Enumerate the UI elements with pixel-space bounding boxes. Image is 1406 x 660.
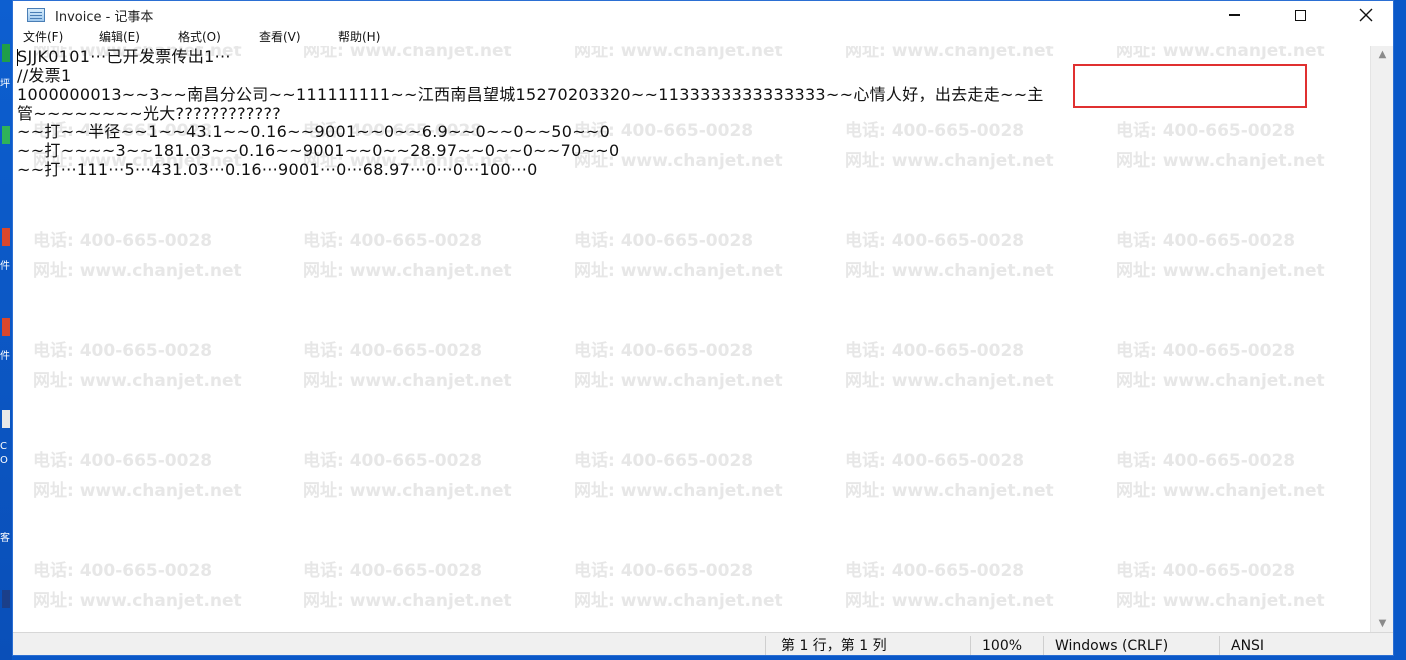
desktop-icon-white[interactable] — [2, 410, 10, 428]
desktop-icon-red-2[interactable] — [2, 318, 10, 336]
status-divider — [765, 636, 766, 655]
desktop-icon-green[interactable] — [2, 44, 10, 62]
watermark-phone: 电话: 400-665-0028 — [1116, 341, 1296, 361]
watermark-site: 网址: www.chanjet.net — [574, 371, 783, 391]
watermark-site: 网址: www.chanjet.net — [303, 591, 512, 611]
minimize-button[interactable] — [1201, 1, 1267, 29]
watermark-site: 网址: www.chanjet.net — [574, 591, 783, 611]
scroll-down-icon[interactable]: ▼ — [1371, 618, 1393, 629]
watermark-site: 网址: www.chanjet.net — [1116, 481, 1325, 501]
notepad-window: Invoice - 记事本 文件(F) 编辑(E) 格式(O) 查看(V) 帮助… — [12, 0, 1394, 656]
vertical-scrollbar[interactable]: ▲ ▼ — [1370, 46, 1393, 632]
desktop-label: O — [0, 455, 8, 466]
watermark-site: 网址: www.chanjet.net — [1116, 261, 1325, 281]
watermark-phone: 电话: 400-665-0028 — [845, 451, 1025, 471]
watermark-phone: 电话: 400-665-0028 — [303, 561, 483, 581]
watermark-phone: 电话: 400-665-0028 — [303, 231, 483, 251]
watermark-site: 网址: www.chanjet.net — [1116, 151, 1325, 171]
watermark-site: 网址: www.chanjet.net — [33, 371, 242, 391]
status-divider — [1043, 636, 1044, 655]
watermark-phone: 电话: 400-665-0028 — [574, 341, 754, 361]
desktop-label: 件 — [0, 261, 10, 272]
watermark-site: 网址: www.chanjet.net — [845, 371, 1054, 391]
minimize-icon — [1228, 14, 1240, 16]
text-line-4: 管~~~~~~~~光大???????????? — [17, 104, 282, 123]
watermark-site: 网址: www.chanjet.net — [845, 46, 1054, 61]
close-button[interactable] — [1333, 1, 1393, 29]
menu-bar: 文件(F) 编辑(E) 格式(O) 查看(V) 帮助(H) — [13, 29, 1393, 46]
menu-file[interactable]: 文件(F) — [23, 29, 63, 46]
desktop-label: 坪 — [0, 79, 10, 90]
maximize-icon — [1294, 9, 1306, 21]
text-line-2: //发票1 — [17, 66, 72, 85]
text-line-7: ~~打···111···5···431.03···0.16···9001···0… — [17, 160, 538, 179]
watermark-site: 网址: www.chanjet.net — [33, 261, 242, 281]
menu-help[interactable]: 帮助(H) — [338, 29, 380, 46]
close-icon — [1359, 8, 1373, 22]
watermark-phone: 电话: 400-665-0028 — [33, 231, 213, 251]
text-line-1: SJJK0101···已开发票传出1··· — [17, 47, 231, 66]
watermark-site: 网址: www.chanjet.net — [845, 151, 1054, 171]
watermark-phone: 电话: 400-665-0028 — [845, 341, 1025, 361]
desktop-label: 件 — [0, 351, 10, 362]
watermark-phone: 电话: 400-665-0028 — [845, 121, 1025, 141]
status-divider — [970, 636, 971, 655]
watermark-site: 网址: www.chanjet.net — [33, 591, 242, 611]
menu-format[interactable]: 格式(O) — [178, 29, 221, 46]
watermark-site: 网址: www.chanjet.net — [1116, 371, 1325, 391]
watermark-phone: 电话: 400-665-0028 — [1116, 121, 1296, 141]
watermark-site: 网址: www.chanjet.net — [574, 261, 783, 281]
watermark-phone: 电话: 400-665-0028 — [33, 451, 213, 471]
watermark-phone: 电话: 400-665-0028 — [1116, 231, 1296, 251]
watermark-site: 网址: www.chanjet.net — [33, 481, 242, 501]
watermark-site: 网址: www.chanjet.net — [303, 261, 512, 281]
menu-edit[interactable]: 编辑(E) — [99, 29, 140, 46]
text-line-6: ~~打~~~~3~~181.03~~0.16~~9001~~0~~28.97~~… — [17, 141, 620, 160]
watermark-phone: 电话: 400-665-0028 — [845, 561, 1025, 581]
watermark-phone: 电话: 400-665-0028 — [1116, 451, 1296, 471]
zoom-level: 100% — [982, 638, 1023, 654]
desktop-icon-green-2[interactable] — [2, 126, 10, 144]
desktop-label: 客 — [0, 533, 10, 544]
desktop-icon-dark[interactable] — [2, 590, 10, 608]
desktop-label: C — [0, 441, 7, 452]
maximize-button[interactable] — [1267, 1, 1333, 29]
watermark-phone: 电话: 400-665-0028 — [33, 341, 213, 361]
desktop-icon-red[interactable] — [2, 228, 10, 246]
window-title: Invoice - 记事本 — [55, 10, 154, 25]
watermark-site: 网址: www.chanjet.net — [303, 481, 512, 501]
watermark-phone: 电话: 400-665-0028 — [303, 451, 483, 471]
text-line-3: 1000000013~~3~~南昌分公司~~111111111~~江西南昌望城1… — [17, 85, 1044, 104]
watermark-site: 网址: www.chanjet.net — [574, 46, 783, 61]
watermark-phone: 电话: 400-665-0028 — [574, 451, 754, 471]
watermark-phone: 电话: 400-665-0028 — [33, 561, 213, 581]
status-divider — [1219, 636, 1220, 655]
watermark-site: 网址: www.chanjet.net — [1116, 46, 1325, 61]
watermark-phone: 电话: 400-665-0028 — [1116, 561, 1296, 581]
desktop-strip: 坪 件 件 C O 客 — [0, 0, 12, 660]
watermark-site: 网址: www.chanjet.net — [303, 371, 512, 391]
text-editor[interactable]: 电话: 400-665-0028 网址: www.chanjet.net 电话: 4… — [13, 46, 1370, 632]
status-bar: 第 1 行，第 1 列 100% Windows (CRLF) ANSI — [13, 632, 1393, 655]
notepad-app-icon[interactable] — [27, 8, 45, 22]
watermark-site: 网址: www.chanjet.net — [845, 481, 1054, 501]
cursor-position: 第 1 行，第 1 列 — [781, 638, 887, 654]
watermark-phone: 电话: 400-665-0028 — [845, 231, 1025, 251]
scroll-up-icon[interactable]: ▲ — [1371, 49, 1393, 60]
watermark-site: 网址: www.chanjet.net — [303, 46, 512, 61]
encoding: ANSI — [1231, 638, 1265, 654]
highlight-box — [1073, 64, 1307, 108]
watermark-site: 网址: www.chanjet.net — [845, 591, 1054, 611]
title-bar[interactable]: Invoice - 记事本 — [13, 1, 1393, 29]
menu-view[interactable]: 查看(V) — [259, 29, 301, 46]
watermark-phone: 电话: 400-665-0028 — [574, 231, 754, 251]
text-line-5: ~~打~~半径~~1~~43.1~~0.16~~9001~~0~~6.9~~0~… — [17, 122, 611, 141]
watermark-site: 网址: www.chanjet.net — [1116, 591, 1325, 611]
watermark-site: 网址: www.chanjet.net — [574, 481, 783, 501]
watermark-phone: 电话: 400-665-0028 — [303, 341, 483, 361]
watermark-phone: 电话: 400-665-0028 — [574, 561, 754, 581]
line-ending: Windows (CRLF) — [1055, 638, 1169, 654]
watermark-site: 网址: www.chanjet.net — [845, 261, 1054, 281]
